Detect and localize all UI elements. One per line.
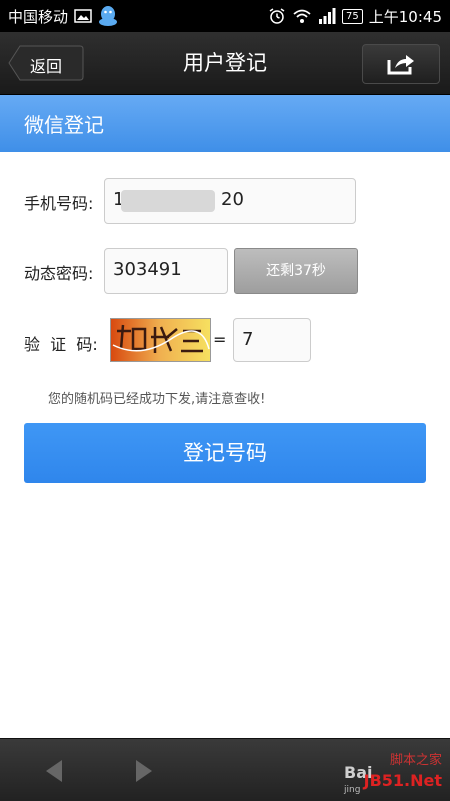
section-title: 微信登记 [24,113,104,137]
register-button[interactable]: 登记号码 [24,423,426,483]
qq-icon [98,4,118,28]
back-button[interactable]: 返回 [8,45,84,81]
section-header: 微信登记 [0,95,450,152]
status-bar: 中国移动 75 上午10:45 [0,0,450,32]
watermark: Bai jing 脚本之家 JB51.Net [340,745,450,801]
share-button[interactable] [362,44,440,84]
countdown-button[interactable]: 还剩37秒 [234,248,358,294]
otp-input[interactable]: 303491 [104,248,228,294]
phone-input[interactable]: 1 20 [104,178,356,224]
notice-text: 您的随机码已经成功下发,请注意查收! [48,392,266,407]
phone-label: 手机号码: [24,194,94,213]
nav-bar: 返回 用户登记 [0,32,450,95]
back-label: 返回 [30,57,63,76]
carrier-name: 中国移动 [8,7,69,26]
watermark-bottom: JB51.Net [363,771,442,790]
battery-icon: 75 [342,8,363,24]
clock-time: 上午10:45 [368,7,442,26]
bottom-toolbar: Bai jing 脚本之家 JB51.Net [0,738,450,801]
alarm-icon [268,7,286,25]
captcha-input[interactable]: 7 [233,318,311,362]
watermark-top: 脚本之家 [389,753,442,768]
forward-arrow-icon[interactable] [134,759,154,787]
wifi-icon [292,8,312,24]
back-arrow-icon[interactable] [44,759,64,787]
share-icon [387,55,414,75]
otp-label: 动态密码: [24,264,94,283]
captcha-label: 验 证 码: [24,335,98,354]
equals-sign: = [213,330,227,349]
signal-icon [318,8,336,24]
image-icon [74,9,92,23]
phone-redaction [121,190,215,212]
watermark-small: jing [344,785,361,795]
phone-suffix: 20 [221,189,244,210]
captcha-image[interactable] [110,318,211,362]
